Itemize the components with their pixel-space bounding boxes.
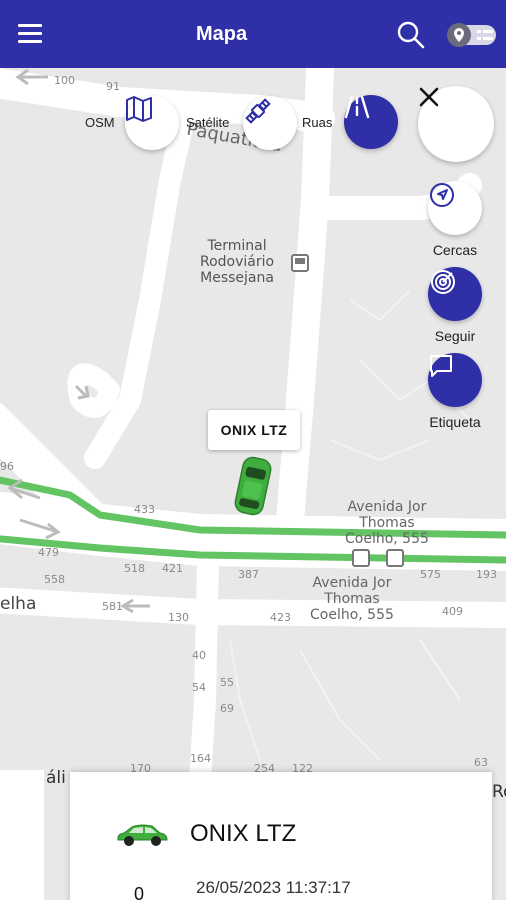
search-icon[interactable] — [396, 20, 426, 50]
address-number: 479 — [38, 546, 59, 559]
address-number: 518 — [124, 562, 145, 575]
bus-stop-icon — [386, 549, 404, 567]
address-number: 96 — [0, 460, 14, 473]
car-icon — [114, 822, 170, 853]
address-number: 91 — [106, 80, 120, 93]
address-number: 423 — [270, 611, 291, 624]
satellite-layer-button[interactable] — [243, 96, 297, 150]
label-button[interactable] — [428, 353, 482, 407]
layer-satellite-label[interactable]: Satélite — [186, 115, 229, 130]
close-button[interactable] — [418, 86, 494, 162]
partial-street-label: áli — [46, 768, 66, 788]
avenue-label-lower: Avenida Jor Thomas Coelho, 555 — [310, 575, 394, 623]
label-label: Etiqueta — [429, 414, 481, 430]
layer-osm-label[interactable]: OSM — [85, 115, 115, 130]
bus-terminal-icon — [291, 254, 309, 272]
address-number: 69 — [220, 702, 234, 715]
address-number: 409 — [442, 605, 463, 618]
avenue-label-upper: Avenida Jor Thomas Coelho, 555 — [345, 499, 429, 547]
terminal-label: Terminal Rodoviário Messejana — [200, 238, 275, 286]
vehicle-name: ONIX LTZ — [190, 820, 297, 847]
address-number: 575 — [420, 568, 441, 581]
fences-button[interactable] — [428, 181, 482, 235]
close-icon — [419, 87, 439, 107]
address-number: 581 — [102, 600, 123, 613]
address-number: 164 — [190, 752, 211, 765]
layer-streets-label[interactable]: Ruas — [302, 115, 332, 130]
map-icon — [126, 96, 152, 122]
navigation-icon — [430, 183, 454, 207]
address-number: 193 — [476, 568, 497, 581]
address-number: 40 — [192, 649, 206, 662]
follow-label: Seguir — [434, 328, 476, 344]
location-list-toggle-icon[interactable] — [446, 22, 498, 48]
address-number: 387 — [238, 568, 259, 581]
address-number: 54 — [192, 681, 206, 694]
street-label-left: elha — [0, 594, 37, 614]
page-title: Mapa — [195, 23, 248, 45]
map-bottom-panel — [0, 770, 44, 900]
vehicle-card[interactable]: ONIX LTZ 0 26/05/2023 11:37:17 — [70, 772, 492, 900]
target-icon — [431, 270, 455, 294]
follow-button[interactable] — [428, 267, 482, 321]
address-number: 100 — [54, 74, 75, 87]
vehicle-tooltip[interactable]: ONIX LTZ — [208, 410, 300, 450]
address-number: 55 — [220, 676, 234, 689]
address-number: 130 — [168, 611, 189, 624]
map-layer-button[interactable] — [125, 96, 179, 150]
streets-layer-button[interactable] — [344, 95, 398, 149]
address-number: 421 — [162, 562, 183, 575]
address-number: 63 — [474, 756, 488, 769]
road-icon — [344, 95, 370, 119]
bus-stop-icon — [352, 549, 370, 567]
chat-icon — [430, 355, 452, 377]
address-number: 433 — [134, 503, 155, 516]
vehicle-speed: 0 — [134, 884, 145, 900]
address-number: 558 — [44, 573, 65, 586]
fences-label: Cercas — [432, 242, 478, 258]
app-header: Mapa — [0, 0, 506, 68]
satellite-icon — [245, 98, 271, 124]
vehicle-timestamp: 26/05/2023 11:37:17 — [196, 878, 351, 897]
partial-street-label: Ro — [492, 782, 506, 802]
